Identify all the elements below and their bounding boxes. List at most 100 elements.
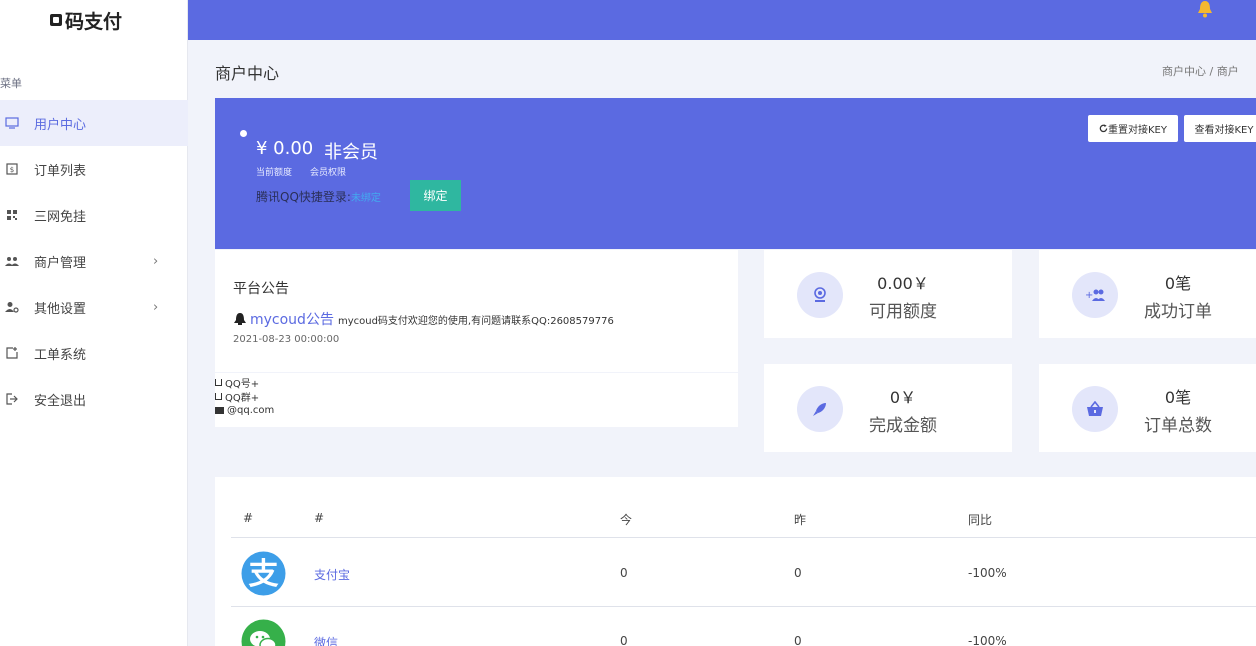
qq-icon — [215, 379, 222, 386]
svg-text:$: $ — [10, 166, 14, 174]
sidebar-item-logout[interactable]: 安全退出 — [0, 376, 188, 422]
stat-completed-amount: 0￥ 完成金额 — [764, 364, 1012, 452]
logo-icon — [50, 14, 62, 26]
stat-label: 完成金额 — [869, 416, 937, 436]
yesterday-value: 0 — [794, 566, 802, 580]
sidebar-item-label: 安全退出 — [34, 393, 87, 409]
sidebar-item-three-network[interactable]: 三网免挂 — [0, 192, 188, 238]
stat-success-orders: + 0笔 成功订单 — [1039, 250, 1256, 338]
table-divider — [231, 606, 1256, 607]
member-label: 会员权限 — [310, 168, 347, 178]
sidebar: 码支付 菜单 用户中心 $ 订单列表 三网免挂 商户管理 › 其他设置 › 工单… — [0, 0, 188, 646]
table-header-channel: # — [314, 511, 325, 525]
sidebar-item-ticket-system[interactable]: 工单系统 — [0, 330, 188, 376]
yesterday-value: 0 — [794, 634, 802, 646]
sidebar-item-orders[interactable]: $ 订单列表 — [0, 146, 188, 192]
stat-value: 0￥ — [889, 388, 917, 407]
qq-login-line: 腾讯QQ快捷登录:未绑定 — [256, 188, 381, 205]
sidebar-item-label: 订单列表 — [34, 163, 87, 179]
sidebar-item-label: 其他设置 — [34, 301, 87, 317]
contact-qq-group-text: QQ群+ — [225, 393, 260, 404]
member-status: 非会员 — [324, 142, 378, 163]
breadcrumb[interactable]: 商户中心 / 商户 — [1162, 63, 1239, 79]
stat-label: 成功订单 — [1144, 302, 1212, 322]
sidebar-item-label: 三网免挂 — [34, 209, 87, 225]
logo-text: 码支付 — [65, 10, 123, 33]
ratio-value: -100% — [968, 634, 1007, 646]
stat-value: 0笔 — [1164, 274, 1192, 293]
sidebar-item-user-center[interactable]: 用户中心 — [0, 100, 188, 146]
qrcode-icon — [4, 207, 20, 223]
stat-available-balance: 0.00￥ 可用额度 — [764, 250, 1012, 338]
sidebar-item-label: 用户中心 — [34, 117, 87, 133]
reset-key-label: 重置对接KEY — [1108, 125, 1167, 136]
stat-value: 0.00￥ — [877, 274, 929, 293]
logout-icon — [4, 391, 20, 407]
list-icon: $ — [4, 161, 20, 177]
today-value: 0 — [620, 634, 628, 646]
alipay-icon: 支 — [241, 551, 286, 600]
sidebar-nav: 用户中心 $ 订单列表 三网免挂 商户管理 › 其他设置 › 工单系统 安全退出 — [0, 100, 188, 422]
reset-key-button[interactable]: 重置对接KEY — [1088, 115, 1178, 142]
notice-title: 平台公告 — [233, 281, 289, 297]
user-settings-icon — [4, 299, 20, 315]
topbar — [188, 0, 1256, 40]
notice-card: 平台公告 mycoud公告 mycoud码支付欢迎您的使用,有问题请联系QQ:2… — [215, 250, 738, 372]
dot-icon — [240, 130, 247, 137]
envelope-icon — [215, 407, 224, 414]
group-icon — [215, 393, 222, 400]
stat-label: 订单总数 — [1144, 416, 1212, 436]
account-banner: ¥ 0.00 非会员 当前额度 会员权限 腾讯QQ快捷登录:未绑定 绑定 重置对… — [215, 98, 1256, 249]
channel-name[interactable]: 微信 — [314, 634, 338, 646]
table-header-index: # — [243, 511, 254, 525]
contact-qq-group: QQ群+ — [215, 389, 259, 404]
qq-bind-status[interactable]: 未绑定 — [351, 193, 381, 204]
notice-line: mycoud公告 mycoud码支付欢迎您的使用,有问题请联系QQ:260857… — [233, 309, 614, 329]
stat-value: 0笔 — [1164, 388, 1192, 407]
refresh-icon — [1099, 124, 1108, 133]
wechat-icon — [241, 619, 286, 646]
view-key-button[interactable]: 查看对接KEY — [1184, 115, 1256, 142]
channel-name[interactable]: 支付宝 — [314, 566, 350, 583]
menu-title: 菜单 — [0, 77, 22, 90]
chevron-right-icon: › — [153, 253, 159, 269]
contact-card: QQ号+ QQ群+ @qq.com — [215, 373, 738, 427]
contact-qq-text: QQ号+ — [225, 379, 260, 390]
notice-message: mycoud码支付欢迎您的使用,有问题请联系QQ:2608579776 — [337, 315, 614, 327]
ratio-value: -100% — [968, 566, 1007, 580]
sidebar-item-other-settings[interactable]: 其他设置 › — [0, 284, 188, 330]
table-header-ratio: 同比 — [968, 513, 993, 527]
notice-source[interactable]: mycoud公告 — [250, 309, 334, 329]
sidebar-item-label: 工单系统 — [34, 347, 87, 363]
chevron-right-icon: › — [153, 299, 159, 315]
balance-label: 当前额度 — [256, 168, 293, 178]
table-divider — [231, 537, 1256, 538]
bell-icon — [234, 313, 246, 325]
today-value: 0 — [620, 566, 628, 580]
webcam-icon — [797, 272, 843, 318]
balance-value: ¥ 0.00 — [256, 138, 314, 159]
qq-login-label: 腾讯QQ快捷登录: — [256, 190, 351, 204]
table-header-today: 今 — [620, 513, 633, 527]
rocket-icon — [797, 386, 843, 432]
notice-date: 2021-08-23 00:00:00 — [233, 334, 340, 345]
contact-email-text: @qq.com — [227, 405, 275, 416]
ticket-icon — [4, 345, 20, 361]
add-users-icon: + — [1072, 272, 1118, 318]
stat-total-orders: 0笔 订单总数 — [1039, 364, 1256, 452]
table-header-yesterday: 昨 — [794, 513, 807, 527]
contact-email: @qq.com — [215, 405, 274, 416]
logo[interactable]: 码支付 — [0, 0, 187, 40]
sidebar-item-label: 商户管理 — [34, 255, 87, 271]
monitor-icon — [4, 115, 20, 131]
basket-icon — [1072, 386, 1118, 432]
users-icon — [4, 253, 20, 269]
sidebar-item-merchant-management[interactable]: 商户管理 › — [0, 238, 188, 284]
contact-qq: QQ号+ — [215, 375, 259, 390]
bell-icon[interactable] — [1198, 0, 1212, 18]
bind-button[interactable]: 绑定 — [410, 180, 461, 211]
svg-text:支: 支 — [249, 557, 279, 592]
svg-text:+: + — [1085, 290, 1093, 301]
channel-table: # # 今 昨 同比 支 支付宝 0 0 -100% 微信 0 0 -100% — [215, 477, 1256, 646]
page-title: 商户中心 — [215, 64, 280, 83]
